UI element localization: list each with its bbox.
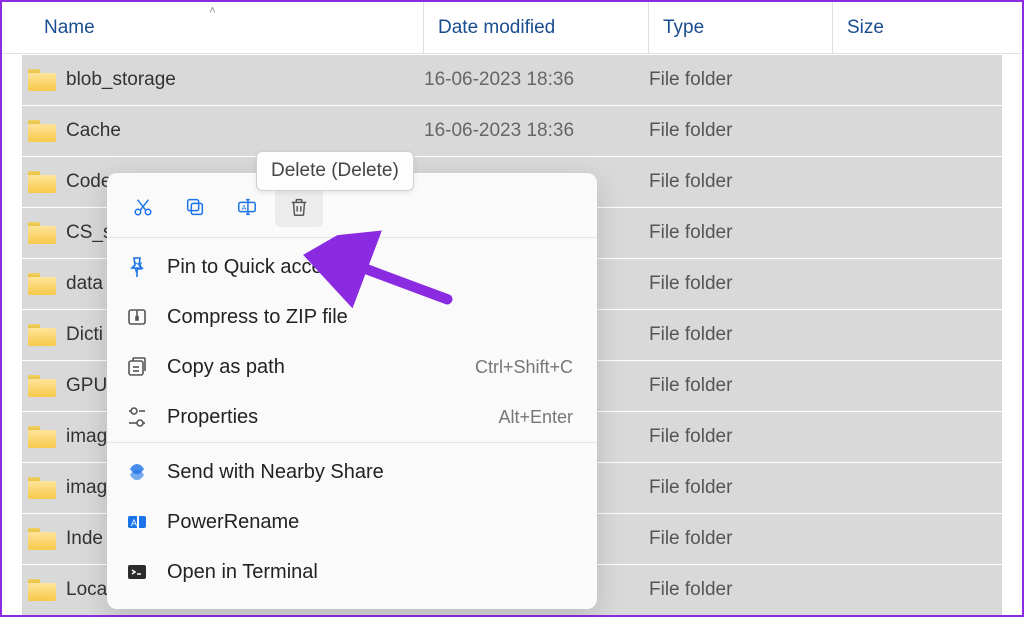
delete-icon (288, 196, 310, 218)
context-menu-item-copypath[interactable]: Copy as path Ctrl+Shift+C (107, 342, 597, 392)
file-name: Cache (66, 120, 121, 142)
file-type: File folder (649, 222, 833, 244)
file-name: data (66, 273, 103, 295)
zip-icon (125, 305, 149, 329)
file-name: GPU (66, 375, 107, 397)
column-label: Date modified (438, 17, 555, 39)
rename-button[interactable]: A (223, 187, 271, 227)
copy-icon (184, 196, 206, 218)
folder-icon (28, 171, 56, 193)
context-menu-item-properties[interactable]: Properties Alt+Enter (107, 392, 597, 442)
pin-icon (125, 255, 149, 279)
delete-button[interactable] (275, 187, 323, 227)
column-header-name[interactable]: ˄ Name (2, 2, 424, 53)
file-name: imag (66, 426, 107, 448)
file-date: 16-06-2023 18:36 (424, 120, 649, 142)
folder-icon (28, 120, 56, 142)
table-row[interactable]: blob_storage 16-06-2023 18:36 File folde… (22, 55, 1002, 105)
column-label: Type (663, 17, 704, 39)
folder-icon (28, 528, 56, 550)
file-type: File folder (649, 69, 833, 91)
delete-tooltip: Delete (Delete) (256, 151, 414, 191)
context-item-label: Properties (167, 406, 480, 429)
folder-icon (28, 477, 56, 499)
file-type: File folder (649, 528, 833, 550)
column-header-row: ˄ Name Date modified Type Size (2, 2, 1022, 54)
column-header-date[interactable]: Date modified (424, 2, 649, 53)
file-name: Loca (66, 579, 107, 601)
svg-text:A: A (242, 203, 247, 212)
copy-button[interactable] (171, 187, 219, 227)
rename-icon: A (236, 196, 258, 218)
context-item-shortcut: Ctrl+Shift+C (475, 357, 573, 378)
file-type: File folder (649, 324, 833, 346)
properties-icon (125, 405, 149, 429)
folder-icon (28, 69, 56, 91)
file-name: CS_s (66, 222, 112, 244)
file-type: File folder (649, 375, 833, 397)
file-name: Code (66, 171, 111, 193)
terminal-icon (125, 560, 149, 584)
file-type: File folder (649, 477, 833, 499)
file-type: File folder (649, 120, 833, 142)
folder-icon (28, 579, 56, 601)
context-item-shortcut: Alt+Enter (498, 407, 573, 428)
context-menu-divider (107, 442, 597, 443)
folder-icon (28, 426, 56, 448)
sort-asc-icon: ˄ (209, 5, 215, 17)
file-type: File folder (649, 171, 833, 193)
column-header-type[interactable]: Type (649, 2, 833, 53)
context-menu-item-nearby[interactable]: Send with Nearby Share (107, 447, 597, 497)
file-type: File folder (649, 579, 833, 601)
context-menu-item-terminal[interactable]: Open in Terminal (107, 547, 597, 597)
context-item-label: Open in Terminal (167, 561, 555, 584)
file-name: imag (66, 477, 107, 499)
folder-icon (28, 273, 56, 295)
copypath-icon (125, 355, 149, 379)
column-label: Size (847, 17, 884, 39)
folder-icon (28, 222, 56, 244)
folder-icon (28, 324, 56, 346)
folder-icon (28, 375, 56, 397)
file-type: File folder (649, 426, 833, 448)
context-item-label: Copy as path (167, 356, 457, 379)
file-type: File folder (649, 273, 833, 295)
cut-button[interactable] (119, 187, 167, 227)
svg-text:A: A (131, 518, 137, 528)
file-name: blob_storage (66, 69, 176, 91)
file-date: 16-06-2023 18:36 (424, 69, 649, 91)
nearby-icon (125, 460, 149, 484)
table-row[interactable]: Cache 16-06-2023 18:36 File folder (22, 106, 1002, 156)
powerrename-icon: A (125, 510, 149, 534)
cut-icon (132, 196, 154, 218)
column-label: Name (44, 17, 95, 39)
column-header-size[interactable]: Size (833, 2, 1022, 53)
file-name: Inde (66, 528, 103, 550)
context-item-label: Send with Nearby Share (167, 461, 555, 484)
context-item-label: PowerRename (167, 511, 555, 534)
file-name: Dicti (66, 324, 103, 346)
context-menu-item-powerrename[interactable]: A PowerRename (107, 497, 597, 547)
